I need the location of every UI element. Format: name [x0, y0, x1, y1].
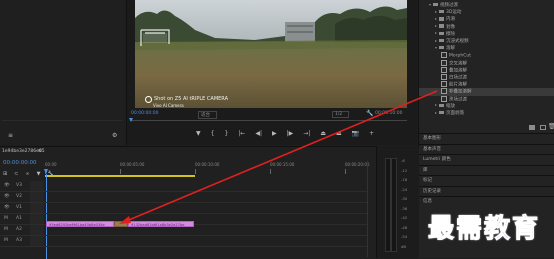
site-watermark: 最需教育 [427, 214, 541, 245]
